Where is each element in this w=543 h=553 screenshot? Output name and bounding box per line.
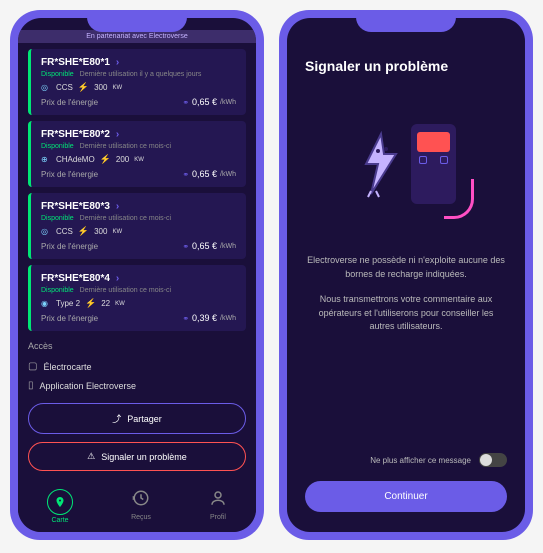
phone-icon: ▯ xyxy=(28,380,34,391)
charger-id: FR*SHE*E80*1 xyxy=(41,57,110,68)
connector-icon: ◎ xyxy=(41,227,51,237)
connector-icon: ◎ xyxy=(41,83,51,93)
modal-text-1: Electroverse ne possède ni n'exploite au… xyxy=(305,254,507,281)
price-label: Prix de l'énergie xyxy=(41,98,98,107)
connector-type: CHAdeMO xyxy=(56,155,95,164)
charger-id: FR*SHE*E80*3 xyxy=(41,201,110,212)
price-amount: 0,39 € xyxy=(192,313,217,323)
access-item-card: ▢ Électrocarte xyxy=(28,357,246,376)
history-icon xyxy=(132,489,150,512)
link-icon: ⚭ xyxy=(182,242,189,251)
connector-type: CCS xyxy=(56,83,73,92)
nav-receipts[interactable]: Reçus xyxy=(131,489,151,524)
last-usage: Dernière utilisation ce mois-ci xyxy=(80,287,171,294)
power-unit: KW xyxy=(115,301,125,307)
bolt-icon: ⚡ xyxy=(85,298,96,309)
connector-icon: ◉ xyxy=(41,299,51,309)
modal-text-2: Nous transmettrons votre commentaire aux… xyxy=(305,293,507,334)
link-icon: ⚭ xyxy=(182,170,189,179)
price-label: Prix de l'énergie xyxy=(41,170,98,179)
map-pin-icon xyxy=(47,489,73,515)
price-amount: 0,65 € xyxy=(192,169,217,179)
report-button[interactable]: ⚠ Signaler un problème xyxy=(28,442,246,471)
last-usage: Dernière utilisation ce mois-ci xyxy=(80,143,171,150)
power-value: 300 xyxy=(94,83,107,92)
chevron-right-icon: › xyxy=(116,57,119,68)
nav-label: Profil xyxy=(210,514,226,521)
card-icon: ▢ xyxy=(28,361,37,372)
bolt-character-icon xyxy=(356,129,406,199)
charger-id: FR*SHE*E80*4 xyxy=(41,273,110,284)
access-label: Application Electroverse xyxy=(40,381,137,391)
nav-profile[interactable]: Profil xyxy=(209,489,227,524)
charger-id: FR*SHE*E80*2 xyxy=(41,129,110,140)
access-label: Électrocarte xyxy=(43,362,91,372)
chevron-right-icon: › xyxy=(116,201,119,212)
bottom-nav: Carte Reçus Profil xyxy=(18,479,256,532)
price-unit: /kWh xyxy=(220,243,236,250)
profile-icon xyxy=(209,489,227,512)
nav-map[interactable]: Carte xyxy=(47,489,73,524)
chevron-right-icon: › xyxy=(116,273,119,284)
chevron-right-icon: › xyxy=(116,129,119,140)
access-item-app: ▯ Application Electroverse xyxy=(28,376,246,395)
status-badge: Disponible xyxy=(41,71,74,78)
price-label: Prix de l'énergie xyxy=(41,242,98,251)
toggle-label: Ne plus afficher ce message xyxy=(370,456,471,465)
status-badge: Disponible xyxy=(41,215,74,222)
price-unit: /kWh xyxy=(220,99,236,106)
charger-card[interactable]: FR*SHE*E80*2 › Disponible Dernière utili… xyxy=(28,121,246,187)
cable-icon xyxy=(444,179,474,219)
price-amount: 0,65 € xyxy=(192,97,217,107)
power-value: 300 xyxy=(94,227,107,236)
bolt-icon: ⚡ xyxy=(78,226,89,237)
charger-card[interactable]: FR*SHE*E80*4 › Disponible Dernière utili… xyxy=(28,265,246,331)
report-label: Signaler un problème xyxy=(101,452,187,462)
charger-card[interactable]: FR*SHE*E80*1 › Disponible Dernière utili… xyxy=(28,49,246,115)
link-icon: ⚭ xyxy=(182,98,189,107)
status-badge: Disponible xyxy=(41,287,74,294)
price-label: Prix de l'énergie xyxy=(41,314,98,323)
dont-show-toggle[interactable] xyxy=(479,453,507,467)
last-usage: Dernière utilisation ce mois-ci xyxy=(80,215,171,222)
charger-list: FR*SHE*E80*1 › Disponible Dernière utili… xyxy=(18,43,256,479)
share-icon: ⤴ xyxy=(112,412,121,425)
price-unit: /kWh xyxy=(220,315,236,322)
price-unit: /kWh xyxy=(220,171,236,178)
bolt-icon: ⚡ xyxy=(100,154,111,165)
connector-icon: ⊕ xyxy=(41,155,51,165)
power-value: 22 xyxy=(101,299,110,308)
power-unit: KW xyxy=(134,157,144,163)
power-unit: KW xyxy=(112,229,122,235)
access-section-title: Accès xyxy=(28,341,246,351)
connector-type: Type 2 xyxy=(56,299,80,308)
share-label: Partager xyxy=(127,414,162,424)
connector-type: CCS xyxy=(56,227,73,236)
illustration xyxy=(305,94,507,244)
charger-card[interactable]: FR*SHE*E80*3 › Disponible Dernière utili… xyxy=(28,193,246,259)
share-button[interactable]: ⤴ Partager xyxy=(28,403,246,434)
power-value: 200 xyxy=(116,155,129,164)
price-amount: 0,65 € xyxy=(192,241,217,251)
last-usage: Dernière utilisation il y a quelques jou… xyxy=(80,71,202,78)
continue-button[interactable]: Continuer xyxy=(305,481,507,512)
modal-title: Signaler un problème xyxy=(305,58,507,74)
status-badge: Disponible xyxy=(41,143,74,150)
nav-label: Carte xyxy=(51,517,68,524)
power-unit: KW xyxy=(112,85,122,91)
nav-label: Reçus xyxy=(131,514,151,521)
warning-icon: ⚠ xyxy=(87,451,95,462)
bolt-icon: ⚡ xyxy=(78,82,89,93)
link-icon: ⚭ xyxy=(182,314,189,323)
